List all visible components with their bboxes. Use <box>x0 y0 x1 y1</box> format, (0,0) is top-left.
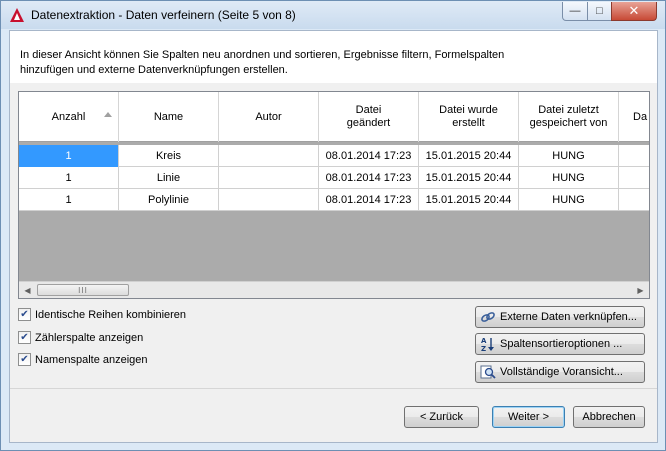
show-name-option[interactable]: ✔ Namenspalte anzeigen <box>18 353 148 366</box>
column-header-autor[interactable]: Autor <box>219 92 319 142</box>
cell-partial[interactable] <box>619 189 649 211</box>
column-header-datei-geaendert[interactable]: Datei geändert <box>319 92 419 142</box>
scroll-left-icon[interactable]: ◀ <box>19 282 36 298</box>
title-bar[interactable]: Datenextraktion - Daten verfeinern (Seit… <box>1 1 665 29</box>
back-button[interactable]: < Zurück <box>404 406 479 428</box>
cancel-button[interactable]: Abbrechen <box>573 406 645 428</box>
scroll-thumb[interactable]: III <box>37 284 129 296</box>
cancel-label: Abbrechen <box>582 411 636 423</box>
cell-name[interactable]: Kreis <box>119 145 219 167</box>
dialog-body: In dieser Ansicht können Sie Spalten neu… <box>9 30 658 443</box>
maximize-button[interactable]: □ <box>587 2 612 21</box>
table-row[interactable]: 1 Polylinie 08.01.2014 17:23 15.01.2015 … <box>19 189 649 211</box>
close-icon: ✕ <box>628 3 640 18</box>
window-title: Datenextraktion - Daten verfeinern (Seit… <box>31 8 296 22</box>
combine-rows-label: Identische Reihen kombinieren <box>35 308 187 321</box>
show-count-option[interactable]: ✔ Zählerspalte anzeigen <box>18 331 143 344</box>
show-count-checkbox[interactable]: ✔ <box>18 331 31 344</box>
next-button[interactable]: Weiter > <box>492 406 565 428</box>
dialog-window: Datenextraktion - Daten verfeinern (Seit… <box>0 0 666 451</box>
svg-text:A: A <box>481 337 487 345</box>
cell-autor[interactable] <box>219 145 319 167</box>
grip-icon: III <box>78 285 88 295</box>
sort-az-icon: A Z <box>481 337 494 352</box>
table-row[interactable]: 1 Kreis 08.01.2014 17:23 15.01.2015 20:4… <box>19 145 649 167</box>
close-button[interactable]: ✕ <box>611 2 657 21</box>
grid-column-headers: Anzahl Name Autor Datei geändert Datei w… <box>19 92 649 142</box>
show-name-label: Namenspalte anzeigen <box>35 353 148 366</box>
sort-ascending-icon <box>104 112 112 117</box>
combine-rows-option[interactable]: ✔ Identische Reihen kombinieren <box>18 308 186 321</box>
cell-zuletzt-gespeichert[interactable]: HUNG <box>519 145 619 167</box>
cell-anzahl[interactable]: 1 <box>19 145 119 167</box>
cell-datei-erstellt[interactable]: 15.01.2015 20:44 <box>419 145 519 167</box>
check-icon: ✔ <box>20 331 29 343</box>
intro-line-1: In dieser Ansicht können Sie Spalten neu… <box>20 49 505 61</box>
cell-datei-erstellt[interactable]: 15.01.2015 20:44 <box>419 167 519 189</box>
column-header-name[interactable]: Name <box>119 92 219 142</box>
cell-autor[interactable] <box>219 189 319 211</box>
check-icon: ✔ <box>20 353 29 365</box>
full-preview-button[interactable]: Vollständige Voransicht... <box>475 361 645 383</box>
cell-name[interactable]: Polylinie <box>119 189 219 211</box>
scroll-right-icon[interactable]: ▶ <box>632 282 649 298</box>
show-count-label: Zählerspalte anzeigen <box>35 331 144 344</box>
cell-zuletzt-gespeichert[interactable]: HUNG <box>519 189 619 211</box>
column-header-datei-erstellt[interactable]: Datei wurde erstellt <box>419 92 519 142</box>
cell-anzahl[interactable]: 1 <box>19 189 119 211</box>
svg-text:Z: Z <box>481 345 486 352</box>
cell-name[interactable]: Linie <box>119 167 219 189</box>
minimize-icon: — <box>569 5 581 17</box>
intro-line-2: hinzufügen und externe Datenverknüpfunge… <box>20 64 288 76</box>
grid-rows: 1 Kreis 08.01.2014 17:23 15.01.2015 20:4… <box>19 145 649 211</box>
check-icon: ✔ <box>20 308 29 320</box>
table-row[interactable]: 1 Linie 08.01.2014 17:23 15.01.2015 20:4… <box>19 167 649 189</box>
preview-magnifier-icon <box>480 365 496 379</box>
maximize-icon: □ <box>596 5 603 17</box>
cell-autor[interactable] <box>219 167 319 189</box>
autocad-logo-icon <box>10 8 24 22</box>
header-band: In dieser Ansicht können Sie Spalten neu… <box>10 31 657 83</box>
minimize-button[interactable]: — <box>562 2 588 21</box>
horizontal-scrollbar[interactable]: ◀ III ▶ <box>19 281 649 298</box>
cell-datei-geaendert[interactable]: 08.01.2014 17:23 <box>319 167 419 189</box>
combine-rows-checkbox[interactable]: ✔ <box>18 308 31 321</box>
column-header-partial[interactable]: Da <box>619 92 649 142</box>
next-label: Weiter > <box>507 411 550 423</box>
cell-anzahl[interactable]: 1 <box>19 167 119 189</box>
link-external-data-button[interactable]: Externe Daten verknüpfen... <box>475 306 645 328</box>
link-external-data-label: Externe Daten verknüpfen... <box>500 311 637 323</box>
data-grid[interactable]: Anzahl Name Autor Datei geändert Datei w… <box>18 91 650 299</box>
cell-datei-geaendert[interactable]: 08.01.2014 17:23 <box>319 189 419 211</box>
column-header-zuletzt-gespeichert[interactable]: Datei zuletzt gespeichert von <box>519 92 619 142</box>
full-preview-label: Vollständige Voransicht... <box>500 366 623 378</box>
chain-link-icon <box>481 312 495 322</box>
footer-separator <box>10 388 657 389</box>
column-sort-options-label: Spaltensortieroptionen ... <box>500 338 623 350</box>
cell-datei-erstellt[interactable]: 15.01.2015 20:44 <box>419 189 519 211</box>
column-sort-options-button[interactable]: A Z Spaltensortieroptionen ... <box>475 333 645 355</box>
cell-partial[interactable] <box>619 145 649 167</box>
cell-datei-geaendert[interactable]: 08.01.2014 17:23 <box>319 145 419 167</box>
cell-zuletzt-gespeichert[interactable]: HUNG <box>519 167 619 189</box>
column-header-anzahl[interactable]: Anzahl <box>19 92 119 142</box>
back-label: < Zurück <box>419 411 464 423</box>
intro-text: In dieser Ansicht können Sie Spalten neu… <box>20 48 580 78</box>
show-name-checkbox[interactable]: ✔ <box>18 353 31 366</box>
cell-partial[interactable] <box>619 167 649 189</box>
